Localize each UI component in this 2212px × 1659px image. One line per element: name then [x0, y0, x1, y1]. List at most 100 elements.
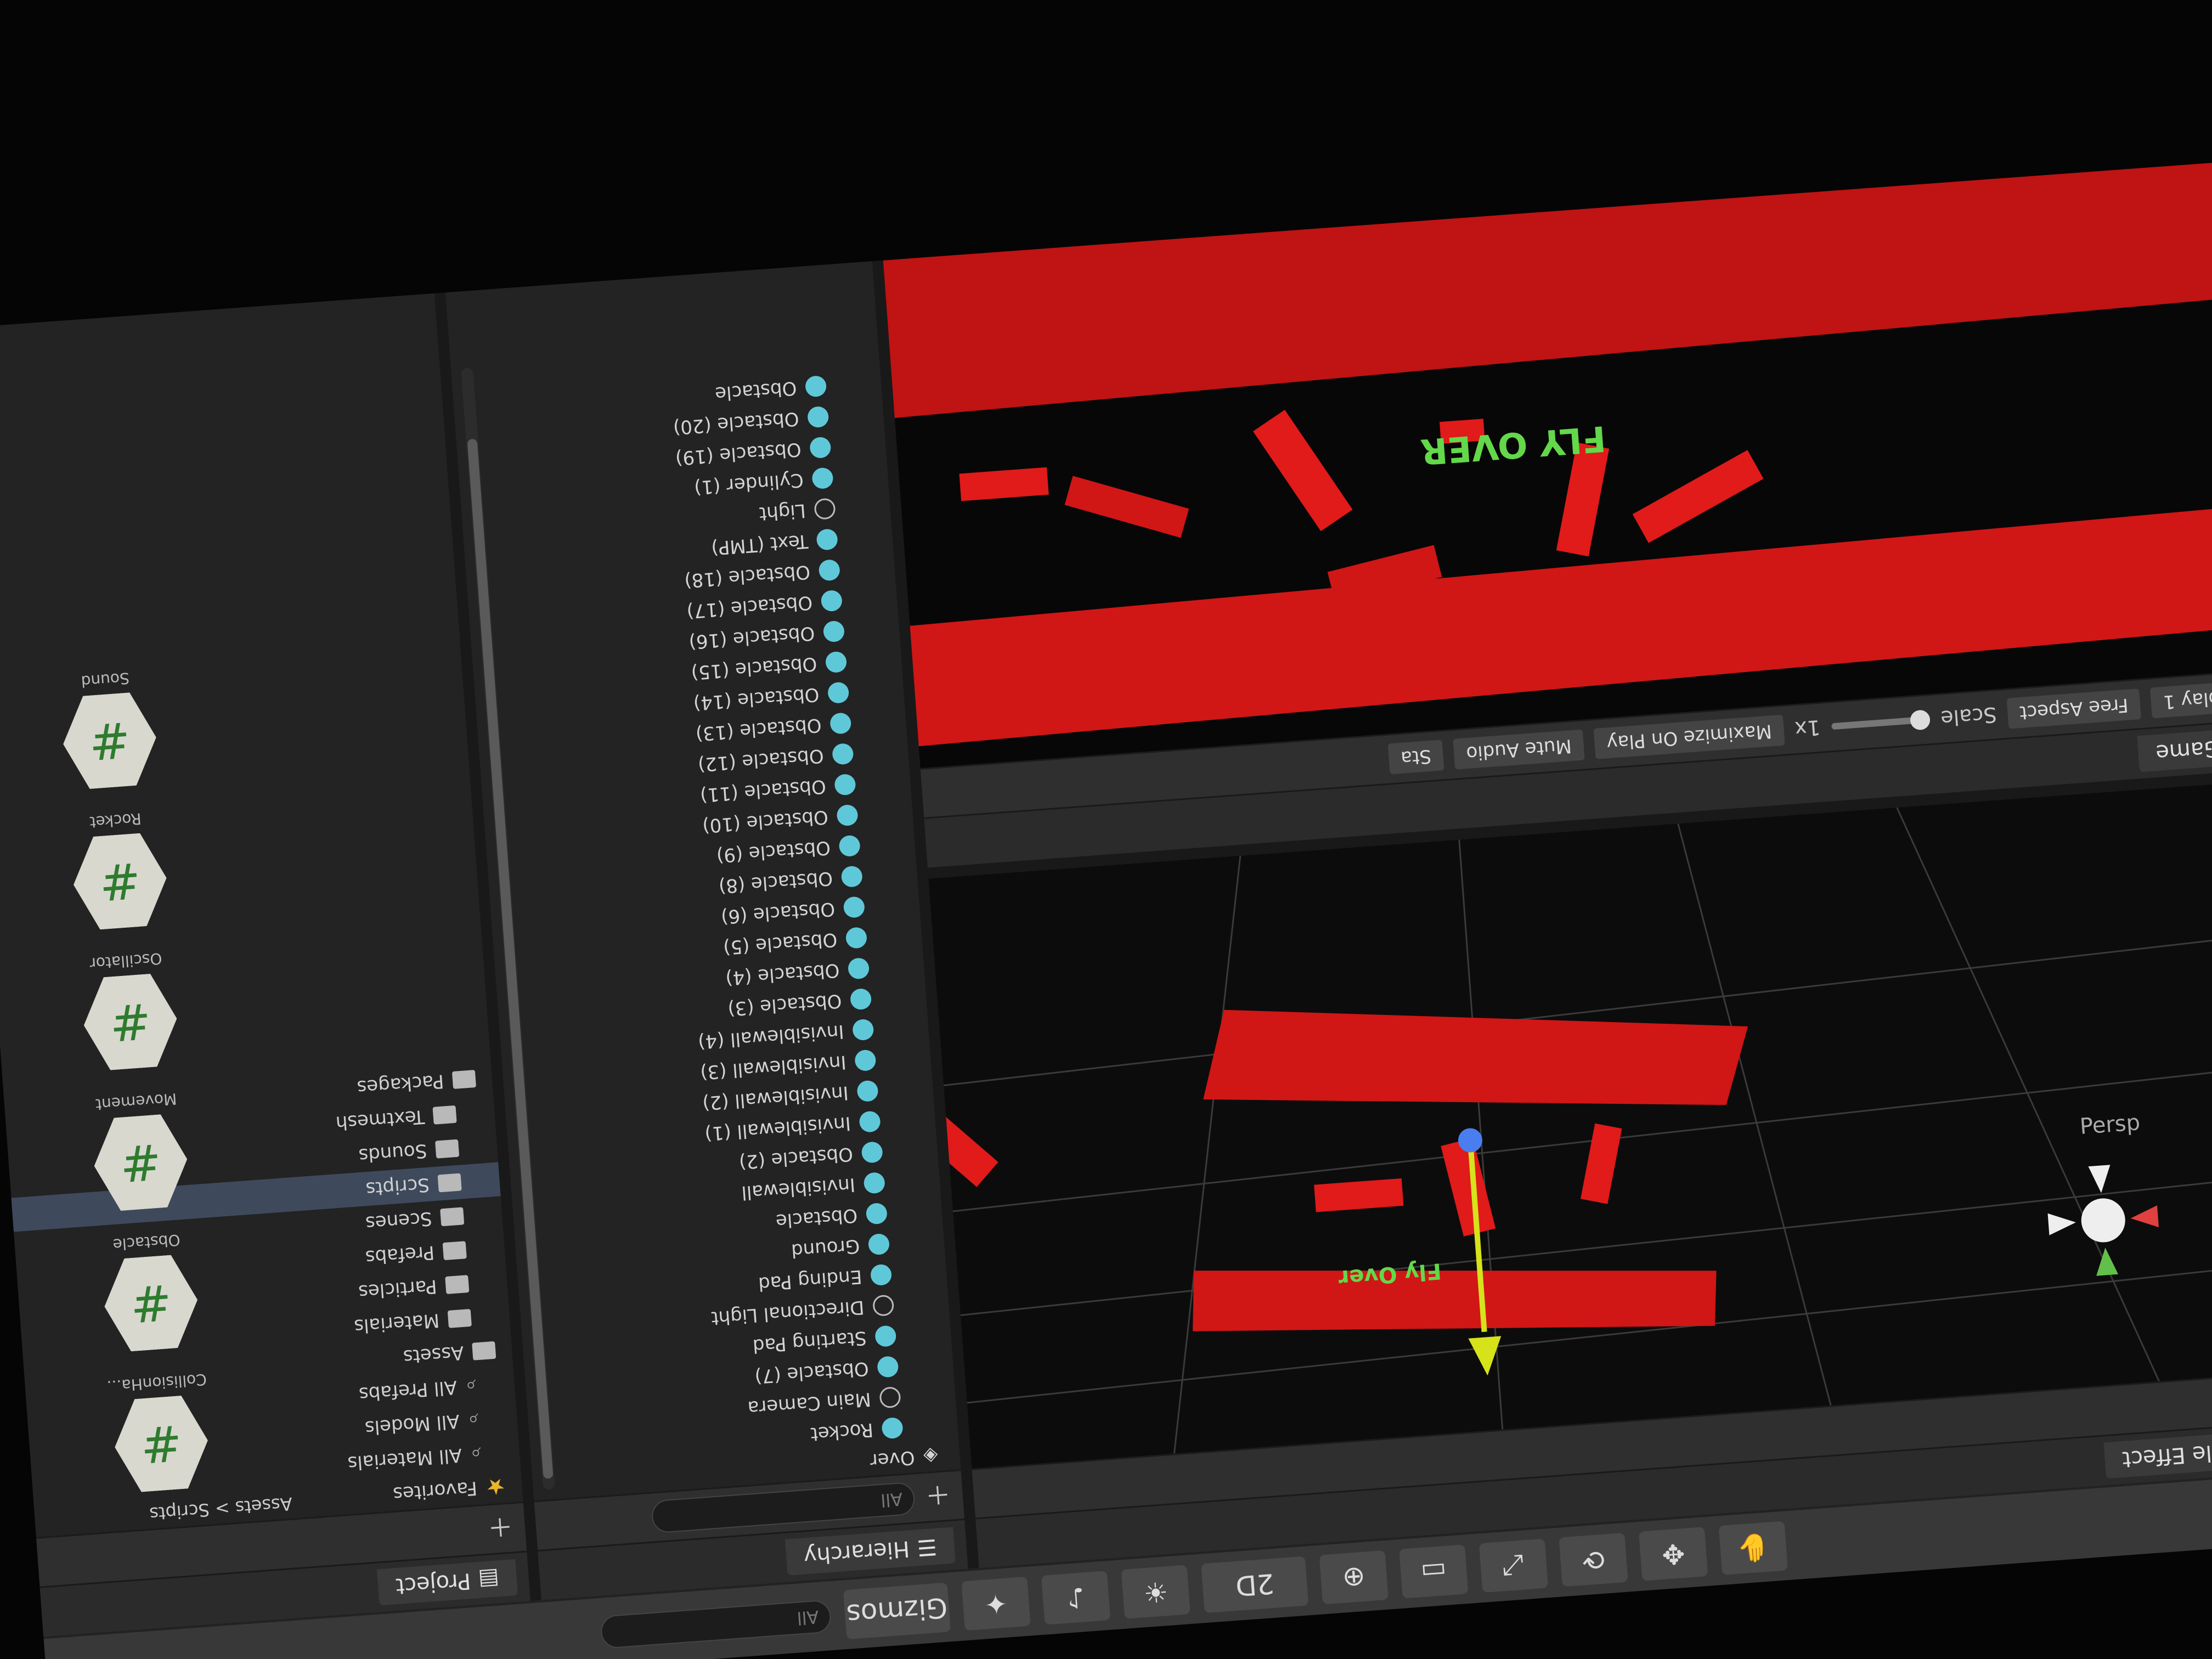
unity-scene-icon: ◈ [922, 1444, 939, 1468]
debris-block [1064, 476, 1189, 538]
gizmos-dropdown[interactable]: Gizmos [843, 1582, 951, 1640]
persp-label[interactable]: Persp [2079, 1110, 2141, 1139]
hierarchy-item-label: Obstacle (3) [727, 989, 843, 1020]
prefab-cube-icon [863, 1171, 886, 1194]
prefab-cube-icon [861, 1141, 883, 1164]
aspect-dropdown[interactable]: Free Aspect [2006, 689, 2142, 730]
hierarchy-item-label: Obstacle (17) [686, 591, 814, 623]
folder-icon [432, 1105, 457, 1125]
asset-item[interactable]: # Obstacle [20, 1224, 280, 1359]
tab-hierarchy[interactable]: ☰ Hierarchy [785, 1527, 956, 1576]
scene-search-input[interactable]: All [600, 1599, 832, 1649]
prefab-cube-icon [851, 1018, 874, 1041]
effects-toggle-icon[interactable]: ✦ [961, 1576, 1031, 1631]
hierarchy-item-label: Obstacle (8) [718, 867, 834, 898]
prefab-cube-icon [843, 896, 866, 918]
folder-label: Particles [357, 1275, 438, 1303]
hierarchy-item-label: Invisiblewall [741, 1173, 856, 1204]
hierarchy-item-label: Obstacle (20) [672, 407, 800, 439]
particle-effect-tab[interactable]: ✺ Particle Effect [2103, 1427, 2212, 1479]
add-asset-icon[interactable]: ＋ [487, 1510, 515, 1548]
gameobject-icon [872, 1294, 895, 1317]
prefab-cube-icon [804, 375, 827, 398]
prefab-cube-icon [838, 834, 861, 857]
csharp-script-icon: # [60, 691, 160, 791]
audio-toggle-icon[interactable]: ♪ [1041, 1571, 1111, 1625]
prefab-cube-icon [867, 1233, 890, 1256]
prefab-cube-icon [831, 743, 854, 765]
move-tool-icon[interactable]: ✥ [1639, 1527, 1708, 1581]
folder-icon [435, 1139, 460, 1159]
prefab-cube-icon [836, 804, 859, 827]
hierarchy-tab-icon: ☰ [916, 1534, 938, 1561]
scene-viewport[interactable]: Fly Over Persp [928, 779, 2212, 1469]
orientation-gizmo-icon[interactable] [2045, 1161, 2162, 1279]
gameobject-icon [814, 498, 836, 520]
csharp-script-icon: # [81, 972, 180, 1072]
add-icon[interactable]: ＋ [924, 1477, 952, 1515]
hierarchy-item-label: Obstacle (18) [684, 560, 811, 592]
scene-debris [1581, 1123, 1622, 1204]
game-render: FLY OVER [883, 161, 2212, 747]
prefab-cube-icon [816, 528, 838, 551]
scale-tool-icon[interactable]: ⤢ [1479, 1538, 1549, 1593]
hierarchy-list: Rocket Main Camera Obstacle (7) Starting Pa… [453, 366, 958, 1470]
prefab-cube-icon [818, 558, 841, 582]
hierarchy-item-label: Obstacle (15) [690, 652, 818, 684]
transform-tool-icon[interactable]: ⊕ [1319, 1550, 1389, 1605]
scene-name: Over [869, 1446, 916, 1472]
asset-grid: # CollisionHa... # Obstacle # Movement # Oscill… [0, 637, 291, 1500]
mute-audio-toggle[interactable]: Mute Audio [1453, 730, 1585, 770]
prefab-cube-icon [865, 1202, 888, 1225]
folder-tab-icon: ▤ [477, 1566, 500, 1593]
hierarchy-item-label: Invisiblewall (3) [699, 1051, 847, 1084]
hierarchy-item-label: Obstacle (7) [754, 1357, 870, 1388]
prefab-cube-icon [840, 865, 864, 888]
scene-view-panel: ✺ Particle Effect [928, 779, 2212, 1568]
folder-icon [445, 1274, 470, 1294]
hierarchy-item-label: Obstacle (6) [720, 898, 836, 928]
hierarchy-item-label: Obstacle (12) [697, 744, 825, 776]
folder-label: Sounds [358, 1139, 428, 1166]
folder-label: Materials [353, 1309, 441, 1338]
lighting-toggle-icon[interactable]: ☀ [1121, 1565, 1190, 1619]
tab-project[interactable]: ▤ Project [377, 1559, 518, 1606]
prefab-cube-icon [834, 773, 856, 796]
csharp-script-icon: # [70, 832, 170, 932]
stats-toggle[interactable]: Sta [1387, 740, 1444, 775]
asset-item[interactable]: # CollisionHa... [30, 1364, 290, 1499]
scale-slider[interactable] [1831, 709, 1931, 731]
prefab-cube-icon [806, 405, 830, 428]
display-dropdown[interactable]: Display 1 [2150, 680, 2212, 719]
asset-name: Movement [95, 1090, 178, 1114]
game-viewport[interactable]: FLY OVER [883, 161, 2212, 769]
asset-item[interactable]: # Sound [0, 662, 239, 797]
hierarchy-item-label: Light [758, 499, 807, 525]
prefab-cube-icon [859, 1110, 881, 1133]
hierarchy-item-label: Obstacle (19) [674, 438, 802, 470]
prefab-cube-icon [829, 712, 852, 735]
search-icon: ⌕ [467, 1408, 479, 1431]
game-view-panel: ◉ Game Display 1 Free Aspect Scale 1x Ma… [883, 161, 2212, 868]
folder-label: Scenes [364, 1207, 433, 1234]
scene-render: Fly Over Persp [928, 807, 2212, 1454]
particle-effect-label: Particle Effect [2121, 1436, 2212, 1472]
hand-tool-icon[interactable]: ✋ [1718, 1521, 1788, 1576]
asset-item[interactable]: # Oscillator [0, 943, 259, 1077]
project-panel: ▤ Project ＋ ★ Favorites ⌕ All Materials ⌕ A… [0, 293, 531, 1638]
rotate-tool-icon[interactable]: ⟳ [1559, 1532, 1628, 1587]
hierarchy-item-label: Rocket [810, 1418, 874, 1445]
2d-toggle-button[interactable]: 2D [1201, 1556, 1309, 1613]
asset-item[interactable]: # Rocket [0, 802, 249, 937]
maximize-on-play-toggle[interactable]: Maximize On Play [1593, 715, 1785, 760]
rect-tool-icon[interactable]: ▭ [1399, 1544, 1469, 1599]
tab-game[interactable]: ◉ Game [2137, 727, 2212, 772]
gameobject-icon [879, 1386, 901, 1409]
prefab-cube-icon [881, 1417, 904, 1440]
asset-item[interactable]: # Movement [10, 1084, 270, 1218]
asset-name: CollisionHa... [106, 1370, 207, 1396]
folder-icon [472, 1341, 496, 1361]
search-icon: ⌕ [465, 1374, 477, 1397]
prefab-cube-icon [849, 988, 872, 1011]
prefab-cube-icon [809, 436, 832, 459]
